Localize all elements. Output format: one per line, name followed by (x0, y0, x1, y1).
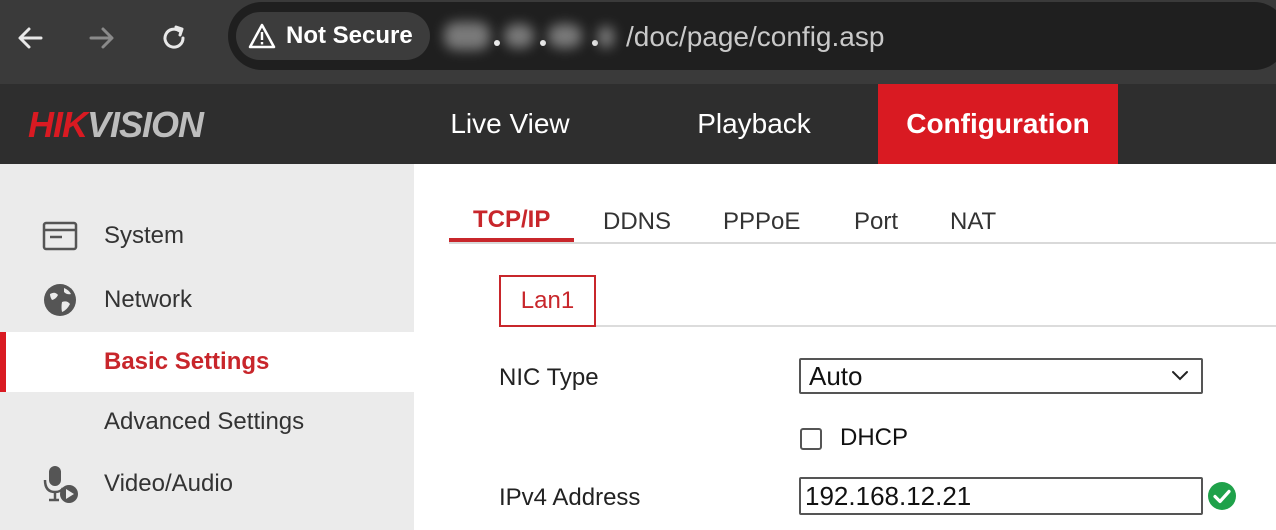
sidebar-item-label: Network (104, 286, 193, 313)
warning-triangle-icon (248, 23, 276, 49)
sidebar-item-label: System (104, 222, 185, 249)
svg-text:HIKVISION: HIKVISION (28, 104, 205, 144)
tab-pppoe[interactable]: PPPoE (723, 202, 800, 242)
sidebar-item-advanced-settings[interactable]: Advanced Settings (0, 392, 414, 452)
sidebar-item-network[interactable]: Network (0, 270, 414, 330)
active-tab-indicator (449, 238, 574, 242)
arrow-left-icon (18, 27, 43, 49)
nic-type-select[interactable]: Auto (799, 358, 1203, 394)
globe-icon (40, 280, 80, 320)
sidebar-item-label: Basic Settings (104, 348, 270, 375)
nav-playback[interactable]: Playback (676, 84, 832, 164)
tabs-divider (449, 242, 1276, 244)
tab-label: Port (854, 208, 899, 235)
subtab-lan1[interactable]: Lan1 (499, 275, 596, 327)
forward-button[interactable] (82, 18, 122, 58)
reload-icon (163, 25, 185, 49)
tab-label: NAT (950, 208, 997, 235)
ipv4-address-label: IPv4 Address (499, 484, 641, 511)
tab-label: DDNS (603, 208, 672, 235)
monitor-icon (40, 216, 80, 256)
subtab-label: Lan1 (520, 287, 575, 314)
arrow-right-icon (89, 27, 114, 49)
chevron-down-icon (1172, 371, 1188, 381)
microphone-camera-icon (40, 464, 80, 504)
dhcp-checkbox[interactable] (800, 428, 822, 450)
tab-nat[interactable]: NAT (950, 202, 996, 242)
nav-playback-label: Playback (697, 108, 811, 139)
nav-configuration[interactable]: Configuration (878, 84, 1118, 164)
sidebar-item-label: Video/Audio (104, 470, 233, 497)
nav-configuration-label: Configuration (906, 108, 1090, 139)
security-label: Not Secure (286, 22, 413, 49)
sidebar-item-video-audio[interactable]: Video/Audio (0, 454, 414, 514)
nic-type-label: NIC Type (499, 364, 599, 391)
security-chip[interactable]: Not Secure (236, 12, 430, 60)
reload-button[interactable] (154, 18, 194, 58)
sidebar-item-basic-settings[interactable]: Basic Settings (0, 332, 414, 392)
ipv4-address-input[interactable] (799, 477, 1203, 515)
hikvision-logo: HIKVISION (28, 104, 206, 144)
sidebar: System Network Basic Settings Advanced S… (0, 164, 414, 530)
subtab-divider (499, 325, 1276, 327)
nav-live-view-label: Live View (450, 108, 570, 139)
nic-type-value: Auto (809, 360, 863, 391)
tab-tcp-ip[interactable]: TCP/IP (473, 200, 550, 240)
tab-label: TCP/IP (473, 206, 551, 233)
sidebar-item-label: Advanced Settings (104, 408, 305, 435)
dhcp-label: DHCP (840, 424, 909, 451)
tab-port[interactable]: Port (854, 202, 898, 242)
valid-check-icon (1208, 482, 1236, 510)
url-path: /doc/page/config.asp (626, 21, 885, 52)
url-host-redacted (440, 18, 616, 54)
tab-label: PPPoE (723, 208, 801, 235)
nav-live-view[interactable]: Live View (430, 84, 590, 164)
sidebar-item-system[interactable]: System (0, 206, 414, 266)
tab-ddns[interactable]: DDNS (603, 202, 671, 242)
back-button[interactable] (10, 18, 50, 58)
